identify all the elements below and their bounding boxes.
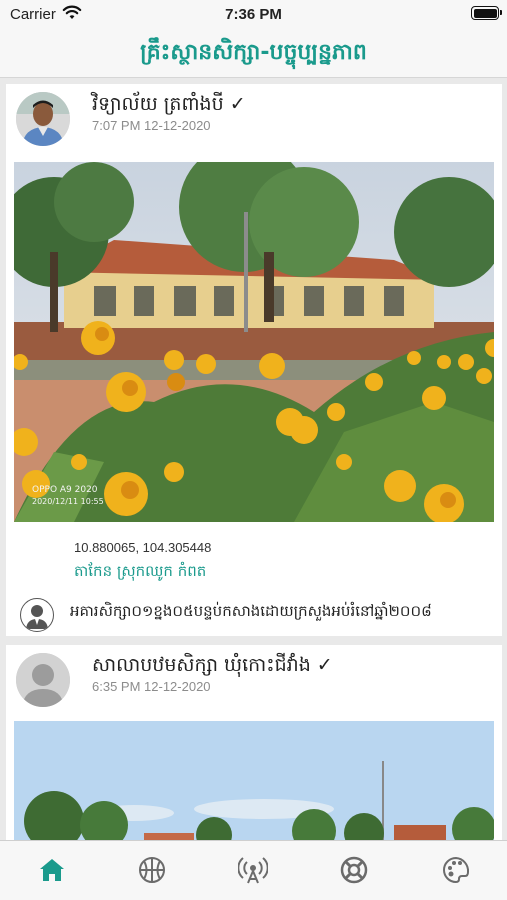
status-bar: Carrier 7:36 PM xyxy=(0,0,507,28)
tab-art[interactable] xyxy=(436,853,476,887)
basketball-icon xyxy=(139,857,165,883)
tab-broadcast[interactable] xyxy=(233,853,273,887)
post-feed[interactable]: វិទ្យាល័យ ត្រពាំងបី ✓ 7:07 PM 12-12-2020 xyxy=(0,80,507,840)
photo-datetime: 2020/12/11 10:55 xyxy=(32,497,104,506)
navigation-bar: គ្រឹះស្ថានសិក្សា-បច្ចុប្បន្នភាព xyxy=(0,28,507,78)
post-card[interactable]: សាលាបឋមសិក្សា ឃុំកោះជីវាំង ✓ 6:35 PM 12-… xyxy=(6,645,502,840)
page-title: គ្រឹះស្ថានសិក្សា-បច្ចុប្បន្នភាព xyxy=(140,40,367,65)
clock: 7:36 PM xyxy=(225,6,282,23)
post-photo[interactable] xyxy=(14,721,494,840)
lifebuoy-icon xyxy=(340,856,368,884)
post-timestamp: 7:07 PM 12-12-2020 xyxy=(92,118,211,133)
post-timestamp: 6:35 PM 12-12-2020 xyxy=(92,679,211,694)
tab-support[interactable] xyxy=(334,853,374,887)
post-description: អគារសិក្សា០១ខ្នង០៥បន្ទប់កសាងដោយក្រសួងអប់… xyxy=(70,602,432,620)
tab-sports[interactable] xyxy=(132,853,172,887)
battery-icon xyxy=(471,6,502,20)
photo-watermark: OPPO A9 2020 xyxy=(32,485,98,495)
home-icon xyxy=(40,859,64,881)
location-link[interactable]: តាកែន ស្រុកឈូក កំពត xyxy=(74,562,206,584)
default-user-icon xyxy=(20,598,54,632)
gps-coordinates: 10.880065, 104.305448 xyxy=(74,540,212,555)
author-name[interactable]: វិទ្យាល័យ ត្រពាំងបី ✓ xyxy=(92,92,246,120)
tab-home[interactable] xyxy=(32,853,72,887)
author-avatar[interactable] xyxy=(16,92,70,146)
tab-bar xyxy=(0,840,507,900)
post-photo[interactable]: OPPO A9 2020 2020/12/11 10:55 xyxy=(14,162,494,522)
author-name[interactable]: សាលាបឋមសិក្សា ឃុំកោះជីវាំង ✓ xyxy=(92,653,333,681)
author-avatar[interactable] xyxy=(16,653,70,707)
broadcast-icon xyxy=(238,857,268,884)
palette-icon xyxy=(443,856,470,884)
post-card[interactable]: វិទ្យាល័យ ត្រពាំងបី ✓ 7:07 PM 12-12-2020 xyxy=(6,84,502,636)
